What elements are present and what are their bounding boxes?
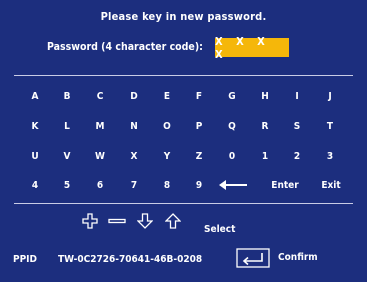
- up-arrow-icon: [165, 213, 181, 229]
- left-arrow-icon: [219, 180, 247, 190]
- backspace-key[interactable]: [211, 177, 255, 195]
- key-3[interactable]: 3: [310, 148, 350, 166]
- enter-return-icon: [236, 248, 270, 268]
- ppid-value: TW-0C2726-70641-46B-0208: [58, 254, 203, 265]
- exit-key[interactable]: Exit: [311, 177, 351, 195]
- dialog-title: Please key in new password.: [100, 10, 267, 23]
- confirm-label: Confirm: [278, 252, 318, 263]
- password-field[interactable]: X X X X: [215, 35, 289, 61]
- minus-icon: [108, 213, 126, 229]
- enter-key[interactable]: Enter: [263, 177, 307, 195]
- key-j[interactable]: J: [310, 88, 350, 106]
- key-t[interactable]: T: [310, 118, 350, 136]
- plus-icon: [82, 213, 98, 229]
- divider: [14, 75, 353, 76]
- ppid-label: PPID: [13, 254, 37, 265]
- down-arrow-icon: [137, 213, 153, 229]
- divider: [14, 203, 353, 204]
- password-label: Password (4 character code):: [47, 41, 203, 53]
- password-dialog: Please key in new password. Password (4 …: [0, 0, 367, 282]
- select-label: Select: [204, 224, 236, 235]
